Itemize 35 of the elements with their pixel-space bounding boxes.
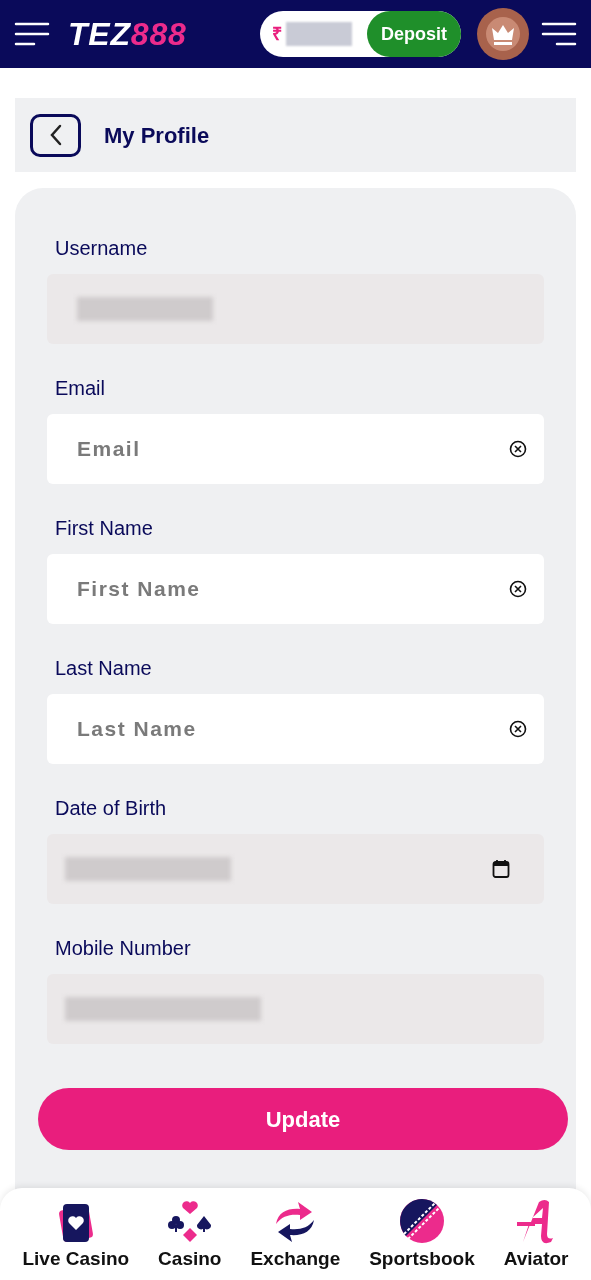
card-suits-icon bbox=[166, 1200, 213, 1244]
currency-symbol: ₹ bbox=[272, 22, 282, 46]
blurred-balance bbox=[286, 22, 352, 46]
page-title: My Profile bbox=[104, 121, 210, 150]
field-label: First Name bbox=[55, 516, 154, 540]
field-label: Date of Birth bbox=[55, 796, 168, 820]
calendar-icon[interactable] bbox=[492, 859, 510, 879]
input-field[interactable]: Email bbox=[47, 414, 544, 484]
nav-tab[interactable]: Casino bbox=[158, 1196, 222, 1280]
clear-icon[interactable] bbox=[509, 440, 527, 458]
logo[interactable]: TEZ888 bbox=[68, 18, 187, 50]
chevron-left-icon bbox=[49, 124, 62, 146]
playing-card-icon bbox=[56, 1202, 95, 1244]
back-button[interactable] bbox=[30, 113, 81, 157]
readonly-field[interactable] bbox=[47, 274, 544, 344]
date-field[interactable] bbox=[47, 834, 544, 904]
nav-tab[interactable]: Live Casino bbox=[22, 1196, 130, 1280]
field-label: Email bbox=[55, 376, 106, 400]
crown-avatar-icon[interactable] bbox=[477, 8, 529, 60]
menu-icon[interactable] bbox=[541, 21, 577, 47]
field-label: Username bbox=[55, 236, 149, 260]
deposit-button[interactable]: Deposit bbox=[367, 11, 461, 57]
clear-icon[interactable] bbox=[509, 580, 527, 598]
nav-tab[interactable]: Aviator bbox=[503, 1196, 569, 1280]
nav-tab[interactable]: Exchange bbox=[250, 1196, 341, 1280]
input-field[interactable]: First Name bbox=[47, 554, 544, 624]
cricket-ball-icon bbox=[398, 1198, 445, 1244]
input-field[interactable]: Last Name bbox=[47, 694, 544, 764]
update-button[interactable]: Update bbox=[38, 1088, 568, 1150]
nav-tab[interactable]: Sportsbook bbox=[369, 1196, 475, 1280]
clear-icon[interactable] bbox=[509, 720, 527, 738]
menu-icon[interactable] bbox=[14, 21, 50, 47]
readonly-field[interactable] bbox=[47, 974, 544, 1044]
field-label: Mobile Number bbox=[55, 936, 192, 960]
field-label: Last Name bbox=[55, 656, 153, 680]
